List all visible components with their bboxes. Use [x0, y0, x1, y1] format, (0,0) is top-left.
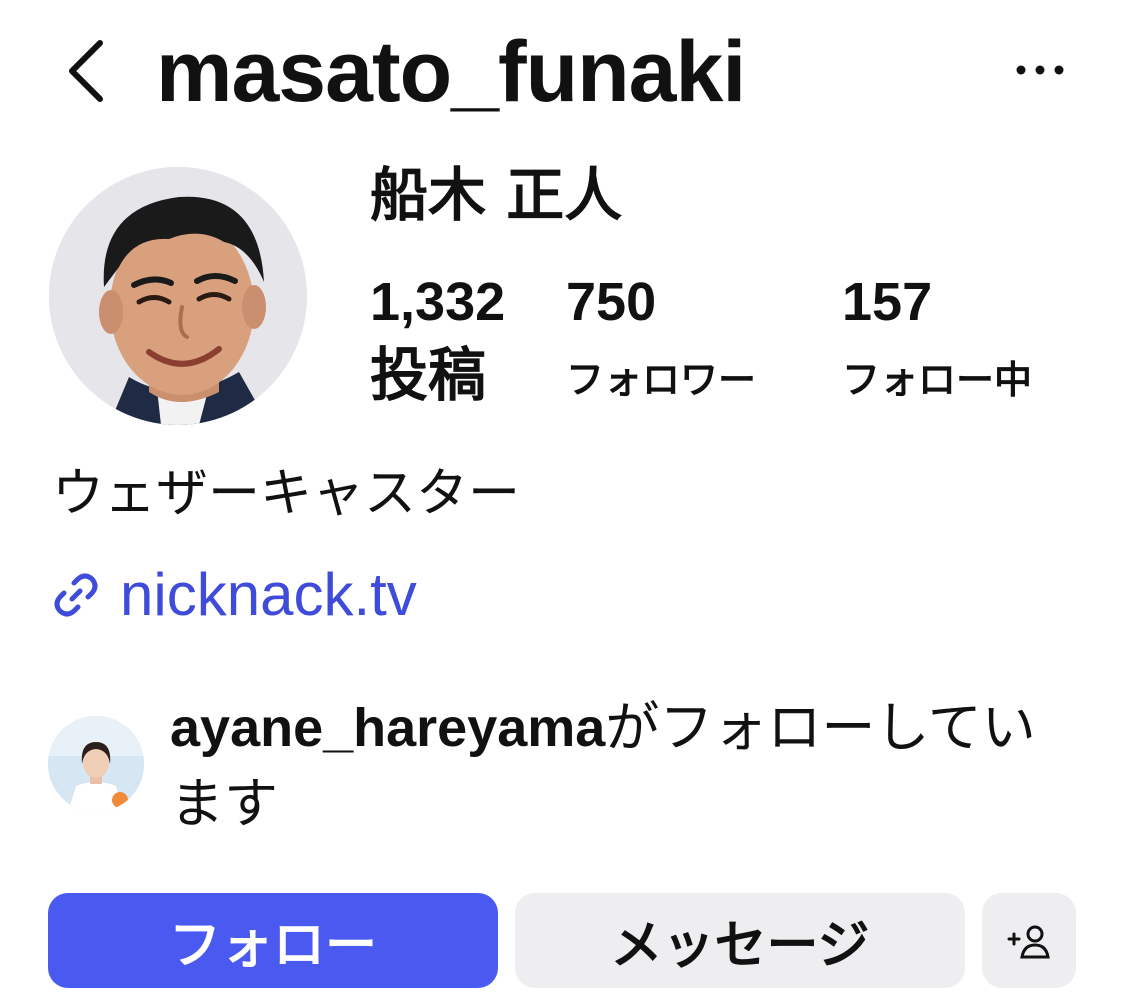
followers-label: フォロワー [566, 358, 757, 402]
bio-link-text[interactable]: nicknack.tv [120, 560, 417, 630]
followed-by-text[interactable]: ayane_hareyamaがフォローしています [170, 690, 1070, 842]
profile-avatar[interactable] [49, 167, 307, 425]
display-name: 船木 正人 [370, 161, 623, 229]
following-label: フォロー中 [842, 358, 1033, 402]
followers-count: 750 [566, 272, 657, 332]
followed-by-avatar[interactable] [48, 716, 144, 812]
back-button[interactable] [56, 36, 116, 106]
profile-username: masato_funaki [156, 24, 746, 120]
link-icon [54, 573, 98, 617]
stat-followers[interactable]: 750 フォロワー [566, 270, 756, 410]
more-options-button[interactable] [1010, 48, 1070, 92]
profile-photo [49, 167, 307, 425]
follow-button[interactable]: フォロー [48, 893, 498, 988]
add-user-icon [1007, 925, 1050, 958]
bio-link[interactable]: nicknack.tv [50, 560, 417, 630]
stat-posts[interactable]: 1,332 投稿 [370, 270, 505, 410]
chevron-left-icon [69, 40, 103, 102]
posts-label: 投稿 [370, 341, 487, 409]
followed-by-username[interactable]: ayane_hareyama [170, 698, 605, 758]
bio-text: ウェザーキャスター [52, 464, 521, 524]
follower-photo [48, 716, 144, 812]
posts-count: 1,332 [370, 272, 506, 332]
more-horizontal-icon [1016, 65, 1064, 75]
stat-following[interactable]: 157 フォロー中 [842, 270, 1032, 410]
suggested-users-button[interactable] [982, 893, 1076, 988]
message-button[interactable]: メッセージ [515, 893, 965, 988]
following-count: 157 [842, 272, 933, 332]
